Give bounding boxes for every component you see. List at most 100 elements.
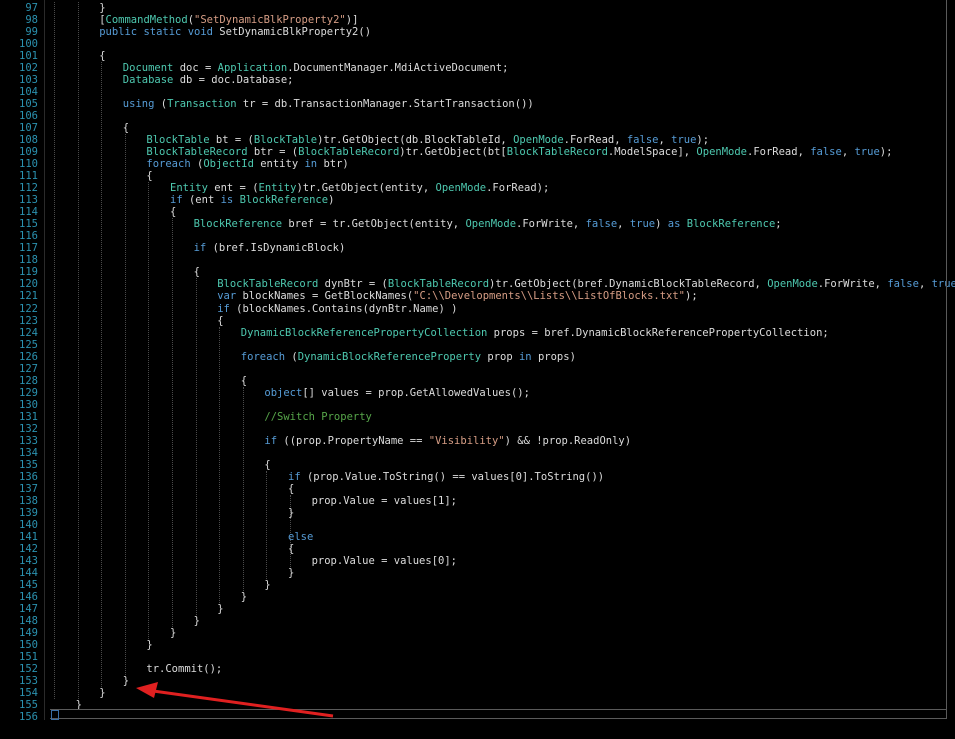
code-token: } xyxy=(288,506,295,519)
code-line[interactable]: foreach (DynamicBlockReferenceProperty p… xyxy=(241,351,576,363)
code-token: Transaction xyxy=(167,98,237,111)
code-token: bt = ( xyxy=(209,134,254,147)
code-line[interactable]: } xyxy=(170,627,176,639)
code-line[interactable]: { xyxy=(288,483,294,495)
code-token: )tr.GetObject(bref.DynamicBlockTableReco… xyxy=(489,278,768,291)
code-token: ) xyxy=(328,194,335,207)
code-line[interactable]: { xyxy=(194,266,200,278)
code-token: BlockReference xyxy=(239,194,329,207)
code-line[interactable]: Document doc = Application.DocumentManag… xyxy=(123,62,509,74)
code-line[interactable]: { xyxy=(288,543,294,555)
code-token: false xyxy=(626,134,659,147)
code-token: false xyxy=(585,218,618,231)
code-line[interactable]: BlockReference bref = tr.GetObject(entit… xyxy=(194,218,782,230)
code-line[interactable]: } xyxy=(217,603,223,615)
code-line[interactable]: object[] values = prop.GetAllowedValues(… xyxy=(264,387,530,399)
code-line[interactable]: using (Transaction tr = db.TransactionMa… xyxy=(123,98,534,110)
code-line[interactable]: { xyxy=(99,50,105,62)
code-token: "C:\\Developments\\Lists\\ListOfBlocks.t… xyxy=(413,290,685,303)
code-line[interactable]: if (ent is BlockReference) xyxy=(170,194,334,206)
code-line[interactable]: } xyxy=(123,675,129,687)
code-token: if xyxy=(288,470,301,483)
code-token: .ModelSpace], xyxy=(607,146,697,159)
code-line[interactable]: prop.Value = values[0]; xyxy=(312,555,457,567)
code-token: doc = xyxy=(173,62,218,75)
code-line[interactable]: } xyxy=(99,687,105,699)
code-token: true xyxy=(671,134,697,147)
code-token: (prop.Value.ToString() == values[0].ToSt… xyxy=(300,470,605,483)
code-token: prop.Value = values[0]; xyxy=(311,554,457,567)
code-token: Entity xyxy=(170,182,208,195)
code-token: , xyxy=(617,218,630,231)
code-token: true xyxy=(629,218,656,231)
code-token: BlockReference xyxy=(686,218,776,231)
code-line[interactable]: } xyxy=(264,579,270,591)
code-line[interactable]: { xyxy=(264,459,270,471)
code-token: ) && !prop.ReadOnly) xyxy=(504,434,632,447)
code-token: if xyxy=(217,302,230,315)
code-token: } xyxy=(170,627,177,640)
code-line[interactable]: Database db = doc.Database; xyxy=(123,74,294,86)
code-token: SetDynamicBlkProperty2() xyxy=(212,26,372,39)
code-line[interactable]: [CommandMethod("SetDynamicBlkProperty2")… xyxy=(99,14,358,26)
code-token: btr = ( xyxy=(247,146,299,159)
code-line[interactable]: } xyxy=(288,507,294,519)
code-token: (ent xyxy=(182,194,221,207)
code-token: if xyxy=(264,434,278,447)
code-line[interactable]: public static void SetDynamicBlkProperty… xyxy=(99,26,371,38)
code-line[interactable]: foreach (ObjectId entity in btr) xyxy=(146,158,348,170)
code-token: { xyxy=(170,206,177,219)
code-line[interactable]: } xyxy=(194,615,200,627)
code-line[interactable]: { xyxy=(170,206,176,218)
code-token: )tr.GetObject(entity, xyxy=(296,182,436,195)
code-token: ( xyxy=(154,98,168,111)
code-line[interactable]: } xyxy=(241,591,247,603)
code-token: } xyxy=(193,615,200,628)
code-token: [] values = prop.GetAllowedValues(); xyxy=(302,386,530,399)
code-token: } xyxy=(122,675,130,688)
code-line[interactable]: if (prop.Value.ToString() == values[0].T… xyxy=(288,471,604,483)
code-token: prop xyxy=(481,350,519,363)
code-line[interactable]: if (blockNames.Contains(dynBtr.Name) ) xyxy=(217,303,457,315)
code-token: is xyxy=(220,194,234,207)
code-token: )tr.GetObject(db.BlockTableId, xyxy=(317,134,514,147)
code-line[interactable]: else xyxy=(288,531,313,543)
code-line[interactable]: } xyxy=(99,2,105,14)
code-editor[interactable]: 97 98 99 100 101 102 103 104 105 106 107 108 109 110 1… xyxy=(0,0,955,739)
code-token: blockNames = GetBlockNames( xyxy=(236,290,414,303)
code-token: foreach xyxy=(240,350,286,363)
code-line[interactable]: { xyxy=(146,170,152,182)
code-line[interactable]: } xyxy=(288,567,294,579)
code-token: bref = tr.GetObject(entity, xyxy=(282,218,466,231)
code-token: { xyxy=(99,50,106,63)
code-line[interactable]: BlockTableRecord dynBtr = (BlockTableRec… xyxy=(217,278,955,290)
code-line[interactable]: prop.Value = values[1]; xyxy=(312,495,457,507)
code-token: Application xyxy=(217,62,288,75)
code-line[interactable]: BlockTable bt = (BlockTable)tr.GetObject… xyxy=(146,134,709,146)
code-line[interactable]: //Switch Property xyxy=(264,411,371,423)
code-line[interactable]: var blockNames = GetBlockNames("C:\\Deve… xyxy=(217,290,697,302)
code-token: .ForRead, xyxy=(747,146,811,159)
code-token: )tr.GetObject(bt[ xyxy=(399,146,507,159)
code-line[interactable]: if (bref.IsDynamicBlock) xyxy=(194,242,346,254)
code-line[interactable]: { xyxy=(217,315,223,327)
code-token: dynBtr = ( xyxy=(318,278,388,291)
code-line[interactable]: { xyxy=(123,122,129,134)
code-area[interactable]: } [CommandMethod("SetDynamicBlkProperty2"… xyxy=(0,0,955,720)
code-token: Document xyxy=(122,62,174,75)
code-line[interactable]: } xyxy=(146,639,152,651)
code-token: , xyxy=(658,134,672,147)
code-token: DynamicBlockReferencePropertyCollection xyxy=(240,326,488,339)
code-token: db = doc.Database; xyxy=(173,74,294,87)
code-line[interactable]: if ((prop.PropertyName == "Visibility") … xyxy=(264,435,631,447)
code-token: } xyxy=(264,578,271,591)
code-line[interactable]: tr.Commit(); xyxy=(146,663,222,675)
code-line[interactable]: Entity ent = (Entity)tr.GetObject(entity… xyxy=(170,182,549,194)
code-token: ; xyxy=(775,218,782,231)
code-token: .ForWrite, xyxy=(516,218,586,231)
code-token: } xyxy=(217,603,224,615)
code-line[interactable]: { xyxy=(241,375,247,387)
code-line[interactable]: BlockTableRecord btr = (BlockTableRecord… xyxy=(146,146,892,158)
code-token: tr.Commit(); xyxy=(146,663,223,676)
code-line[interactable]: DynamicBlockReferencePropertyCollection … xyxy=(241,327,829,339)
